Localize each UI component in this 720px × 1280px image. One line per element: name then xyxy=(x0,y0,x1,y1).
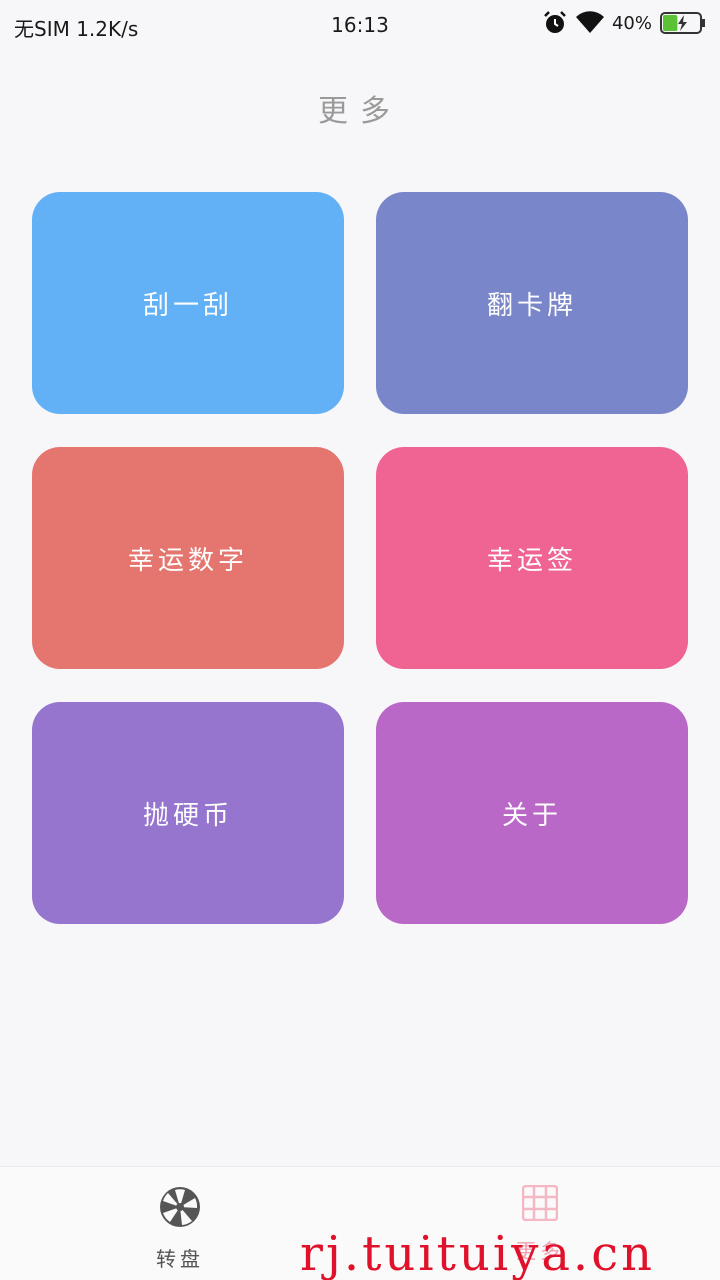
battery-icon xyxy=(660,11,706,35)
alarm-icon xyxy=(542,10,568,36)
nav-item-wheel[interactable]: 转盘 xyxy=(120,1185,240,1272)
wifi-icon xyxy=(575,11,604,35)
page-title: 更多 xyxy=(318,94,402,129)
scratch-card-button[interactable]: 刮一刮 xyxy=(32,192,344,414)
status-icons: 40% xyxy=(542,10,706,36)
grid-icon xyxy=(521,1184,559,1225)
lucky-number-button[interactable]: 幸运数字 xyxy=(32,447,344,669)
watermark-text: rj.tuituiya.cn xyxy=(300,1226,655,1280)
battery-percent: 40% xyxy=(611,12,652,34)
about-button[interactable]: 关于 xyxy=(376,702,688,924)
status-bar: 无SIM 1.2K/s 16:13 40% xyxy=(0,0,720,52)
coin-toss-button[interactable]: 抛硬币 xyxy=(32,702,344,924)
flip-card-button[interactable]: 翻卡牌 xyxy=(376,192,688,414)
wheel-icon xyxy=(158,1185,202,1233)
lucky-draw-button[interactable]: 幸运签 xyxy=(376,447,688,669)
feature-grid: 刮一刮 翻卡牌 幸运数字 幸运签 抛硬币 关于 xyxy=(32,192,688,924)
nav-label-wheel: 转盘 xyxy=(156,1247,204,1271)
